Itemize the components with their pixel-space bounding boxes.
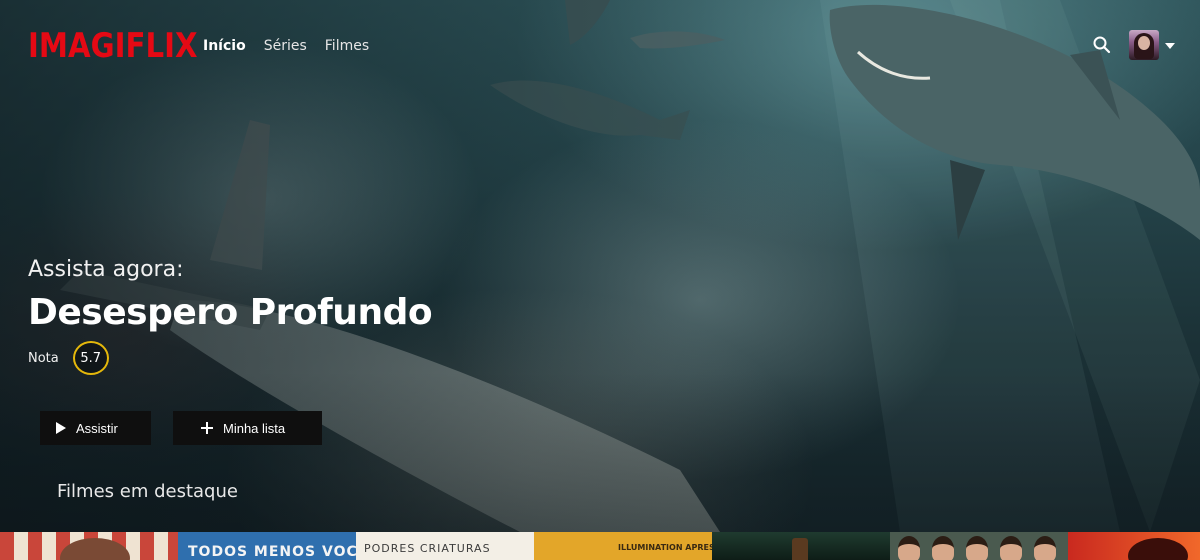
poster-title: PODRES CRIATURAS <box>364 542 491 555</box>
nav-item-inicio[interactable]: Início <box>203 36 246 56</box>
featured-eyebrow: Assista agora: <box>28 257 184 282</box>
poster-art <box>966 536 988 560</box>
top-header: IMAGIFLIX Início Séries Filmes <box>0 0 1200 90</box>
plus-icon <box>201 422 213 434</box>
poster-card[interactable] <box>1068 532 1200 560</box>
poster-card[interactable] <box>0 532 178 560</box>
poster-card[interactable]: PODRES CRIATURAS <box>356 532 534 560</box>
section-title-featured: Filmes em destaque <box>57 481 238 502</box>
rating-label: Nota <box>28 350 59 366</box>
poster-card[interactable]: TODOS MENOS VOCÊ <box>178 532 356 560</box>
add-to-list-label: Minha lista <box>223 420 286 436</box>
poster-art <box>1000 536 1022 560</box>
poster-art <box>898 536 920 560</box>
poster-art <box>1034 536 1056 560</box>
search-icon[interactable] <box>1092 35 1112 55</box>
play-button[interactable]: Assistir <box>40 411 151 445</box>
poster-title: TODOS MENOS VOCÊ <box>188 544 356 560</box>
featured-title: Desespero Profundo <box>28 292 433 333</box>
add-to-list-button[interactable]: Minha lista <box>173 411 322 445</box>
poster-art <box>792 538 808 560</box>
nav-item-series[interactable]: Séries <box>264 36 307 56</box>
poster-title: ILLUMINATION APRESENTA <box>618 543 712 552</box>
poster-card[interactable]: ILLUMINATION APRESENTA <box>534 532 712 560</box>
play-icon <box>56 422 66 434</box>
brand-logo[interactable]: IMAGIFLIX <box>28 26 198 66</box>
rating-row: Nota 5.7 <box>28 341 109 375</box>
poster-art <box>60 538 130 560</box>
avatar[interactable] <box>1129 30 1159 60</box>
nav-item-filmes[interactable]: Filmes <box>325 36 369 56</box>
chevron-down-icon[interactable] <box>1165 43 1175 49</box>
main-nav: Início Séries Filmes <box>203 36 369 56</box>
poster-card[interactable] <box>890 532 1068 560</box>
poster-card[interactable] <box>712 532 890 560</box>
avatar-face <box>1138 36 1150 50</box>
play-button-label: Assistir <box>76 420 118 436</box>
poster-row: TODOS MENOS VOCÊ PODRES CRIATURAS ILLUMI… <box>0 532 1200 560</box>
rating-badge: 5.7 <box>72 341 109 375</box>
poster-art <box>1128 538 1188 560</box>
poster-art <box>932 536 954 560</box>
